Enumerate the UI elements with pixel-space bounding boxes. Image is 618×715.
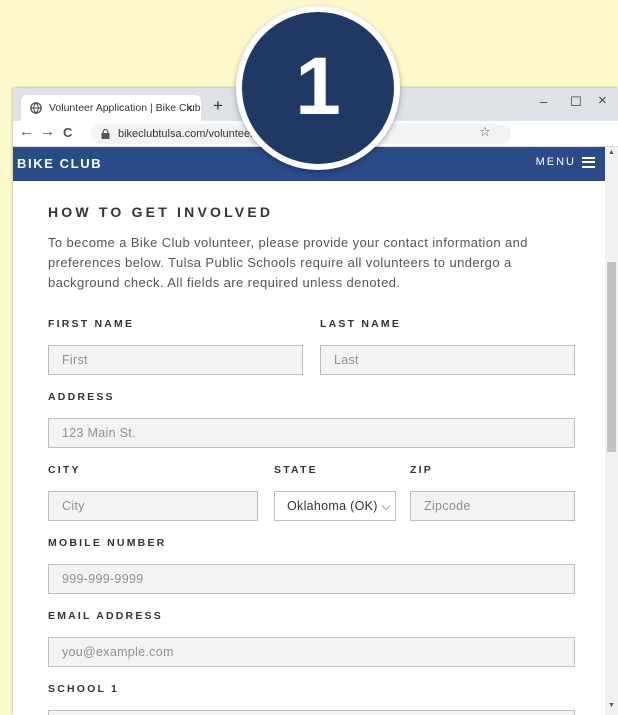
city-label: CITY (48, 464, 81, 476)
mobile-field[interactable]: 999-999-9999 (48, 564, 575, 594)
bookmark-star-icon[interactable]: ☆ (479, 124, 491, 140)
browser-window: Volunteer Application | Bike Club × + – … (13, 88, 618, 715)
menu-button[interactable]: MENU (536, 156, 595, 168)
maximize-icon[interactable]: ☐ (570, 94, 582, 110)
school-1-label: SCHOOL 1 (48, 683, 120, 695)
address-label: ADDRESS (48, 391, 115, 403)
tab-close-icon[interactable]: × (186, 101, 193, 115)
browser-tab[interactable]: Volunteer Application | Bike Club × (21, 95, 201, 121)
state-select[interactable]: Oklahoma (OK) (274, 491, 396, 521)
email-label: EMAIL ADDRESS (48, 610, 163, 622)
lock-icon (101, 129, 110, 139)
new-tab-icon[interactable]: + (213, 96, 223, 116)
school-1-field[interactable] (48, 710, 575, 715)
first-name-field[interactable]: First (48, 345, 303, 375)
last-name-field[interactable]: Last (320, 345, 575, 375)
email-field[interactable]: you@example.com (48, 637, 575, 667)
reload-icon[interactable]: C (63, 125, 72, 140)
volunteer-form: HOW TO GET INVOLVED To become a Bike Clu… (13, 181, 605, 715)
step-number-badge: 1 (236, 6, 400, 170)
page-title: HOW TO GET INVOLVED (48, 204, 274, 220)
zip-label: ZIP (410, 464, 433, 476)
menu-label: MENU (535, 156, 576, 168)
state-label: STATE (274, 464, 318, 476)
mobile-label: MOBILE NUMBER (48, 537, 167, 549)
back-icon[interactable]: ← (19, 123, 34, 140)
city-field[interactable]: City (48, 491, 258, 521)
scroll-down-icon[interactable]: ▼ (608, 702, 615, 709)
site-logo[interactable]: BIKE CLUB (17, 156, 102, 171)
globe-icon (30, 102, 42, 114)
tab-title: Volunteer Application | Bike Club (49, 102, 201, 114)
first-name-label: FIRST NAME (48, 318, 135, 330)
window-close-icon[interactable]: × (598, 92, 607, 109)
hamburger-icon (582, 156, 595, 168)
url-text: bikeclubtulsa.com/volunteer.p (118, 128, 263, 140)
scrollbar-thumb[interactable] (607, 262, 616, 452)
forward-icon[interactable]: → (40, 123, 55, 140)
chevron-down-icon (381, 501, 391, 511)
state-select-value: Oklahoma (OK) (287, 499, 378, 513)
address-field[interactable]: 123 Main St. (48, 418, 575, 448)
intro-text: To become a Bike Club volunteer, please … (48, 235, 528, 290)
last-name-label: LAST NAME (320, 318, 402, 330)
zip-field[interactable]: Zipcode (410, 491, 575, 521)
scroll-up-icon[interactable]: ▲ (608, 149, 615, 156)
scrollbar[interactable]: ▲ ▼ (605, 147, 618, 715)
minimize-icon[interactable]: – (540, 94, 547, 109)
